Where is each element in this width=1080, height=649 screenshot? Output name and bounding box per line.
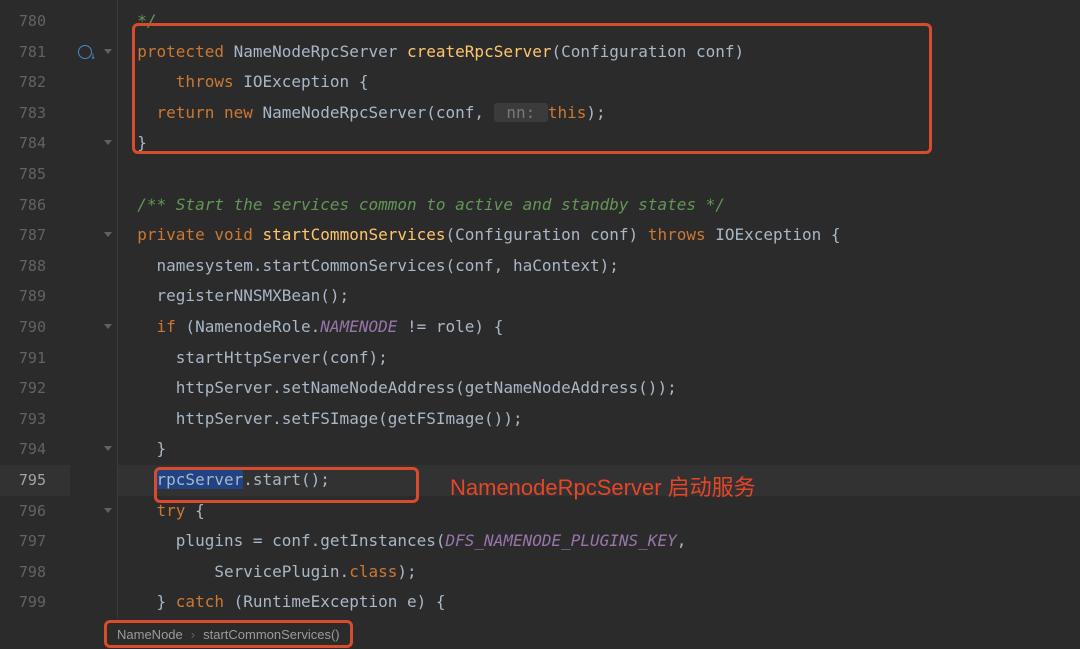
line-number: 794 bbox=[0, 434, 70, 465]
code-text: NameNodeRpcServer bbox=[224, 42, 407, 61]
code-text: */ bbox=[118, 11, 157, 30]
breadcrumb[interactable]: NameNode › startCommonServices() bbox=[104, 620, 353, 648]
code-text: httpServer.setNameNodeAddress(getNameNod… bbox=[118, 378, 677, 397]
override-down-icon[interactable] bbox=[70, 37, 100, 68]
code-text: plugins = conf.getInstances( bbox=[118, 531, 446, 550]
code-text bbox=[118, 470, 157, 489]
code-text: NameNodeRpcServer(conf, bbox=[253, 103, 494, 122]
code-text: ServicePlugin. bbox=[118, 562, 349, 581]
line-number: 781 bbox=[0, 37, 70, 68]
code-text: catch bbox=[176, 592, 224, 611]
code-text: startCommonServices bbox=[263, 225, 446, 244]
selected-text: rpcServer bbox=[157, 470, 244, 489]
code-text: ); bbox=[586, 103, 605, 122]
breadcrumb-item[interactable]: startCommonServices() bbox=[203, 627, 340, 642]
code-text: } bbox=[118, 592, 176, 611]
code-text: createRpcServer bbox=[407, 42, 552, 61]
fold-toggle-icon[interactable] bbox=[100, 496, 117, 527]
gutter-icon-column bbox=[70, 0, 100, 618]
code-text: ); bbox=[397, 562, 416, 581]
parameter-hint: nn: bbox=[494, 103, 548, 122]
code-text: != role) { bbox=[397, 317, 503, 336]
code-text: private void bbox=[118, 225, 253, 244]
fold-toggle-icon[interactable] bbox=[100, 312, 117, 343]
code-editor[interactable]: 780 781 782 783 784 785 786 787 788 789 … bbox=[0, 0, 1080, 618]
code-text: return new bbox=[118, 103, 253, 122]
code-text: , bbox=[677, 531, 687, 550]
code-text: namesystem.startCommonServices(conf, haC… bbox=[118, 256, 619, 275]
code-area[interactable]: */ protected NameNodeRpcServer createRpc… bbox=[118, 0, 1080, 618]
line-number: 799 bbox=[0, 587, 70, 618]
code-text: (Configuration conf) bbox=[552, 42, 745, 61]
line-number: 795 bbox=[0, 465, 70, 496]
code-text: IOException { bbox=[706, 225, 841, 244]
breadcrumb-item[interactable]: NameNode bbox=[117, 627, 183, 642]
line-number: 785 bbox=[0, 159, 70, 190]
line-number: 793 bbox=[0, 404, 70, 435]
code-text: { bbox=[185, 501, 204, 520]
code-text: throws bbox=[648, 225, 706, 244]
code-text: throws bbox=[118, 72, 234, 91]
code-text: startHttpServer(conf); bbox=[118, 348, 388, 367]
code-text: class bbox=[349, 562, 397, 581]
annotation-text: NamenodeRpcServer 启动服务 bbox=[450, 470, 756, 502]
code-text: NAMENODE bbox=[320, 317, 397, 336]
line-number: 797 bbox=[0, 526, 70, 557]
code-text: if bbox=[118, 317, 176, 336]
fold-toggle-icon[interactable] bbox=[100, 434, 117, 465]
fold-toggle-icon[interactable] bbox=[100, 37, 117, 68]
line-number: 782 bbox=[0, 67, 70, 98]
code-text: try bbox=[118, 501, 185, 520]
line-number: 780 bbox=[0, 6, 70, 37]
line-number: 791 bbox=[0, 343, 70, 374]
line-number: 783 bbox=[0, 98, 70, 129]
line-number: 798 bbox=[0, 557, 70, 588]
line-number: 788 bbox=[0, 251, 70, 282]
fold-toggle-icon[interactable] bbox=[100, 220, 117, 251]
line-number: 787 bbox=[0, 220, 70, 251]
code-text: (Configuration conf) bbox=[446, 225, 648, 244]
code-text: (RuntimeException e) { bbox=[224, 592, 446, 611]
code-text: } bbox=[118, 133, 147, 152]
line-number: 784 bbox=[0, 128, 70, 159]
code-text bbox=[253, 225, 263, 244]
folding-column bbox=[100, 0, 118, 618]
code-text: (NamenodeRole. bbox=[176, 317, 321, 336]
fold-toggle-icon[interactable] bbox=[100, 128, 117, 159]
code-text: } bbox=[118, 439, 166, 458]
line-number: 796 bbox=[0, 496, 70, 527]
code-text: protected bbox=[118, 42, 224, 61]
code-text: /** Start the services common to active … bbox=[118, 195, 725, 214]
line-number: 786 bbox=[0, 190, 70, 221]
line-number: 790 bbox=[0, 312, 70, 343]
code-text: IOException { bbox=[234, 72, 369, 91]
code-text: DFS_NAMENODE_PLUGINS_KEY bbox=[446, 531, 677, 550]
line-number: 789 bbox=[0, 281, 70, 312]
code-text: .start(); bbox=[243, 470, 330, 489]
chevron-right-icon: › bbox=[191, 627, 195, 642]
code-text: this bbox=[548, 103, 587, 122]
code-text: registerNNSMXBean(); bbox=[118, 286, 349, 305]
line-number-gutter: 780 781 782 783 784 785 786 787 788 789 … bbox=[0, 0, 70, 618]
code-text: httpServer.setFSImage(getFSImage()); bbox=[118, 409, 523, 428]
line-number: 792 bbox=[0, 373, 70, 404]
